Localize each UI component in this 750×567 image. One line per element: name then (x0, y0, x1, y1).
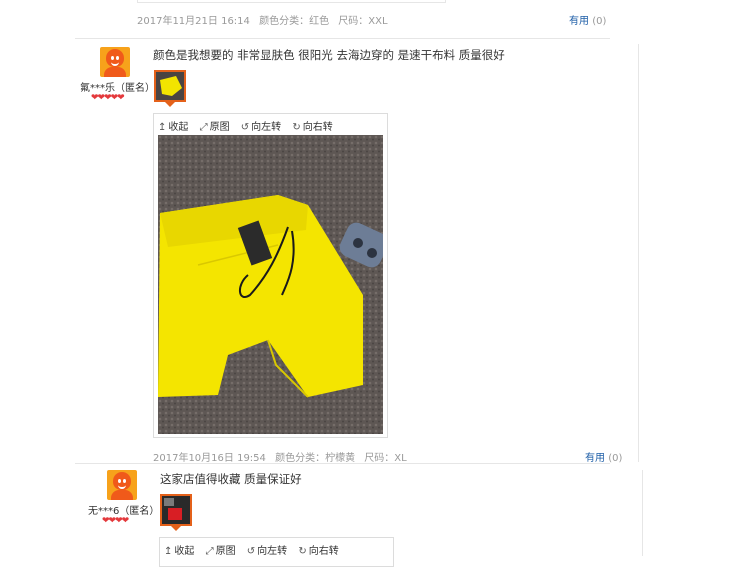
useful-count: (0) (608, 453, 623, 464)
rotate-right-icon: ↻ (292, 122, 301, 133)
collapse-icon: ↥ (164, 546, 173, 557)
image-viewer: ↥ 收起 ⤢ 原图 ↺ 向左转 ↻ 向右转 (153, 113, 388, 438)
fullscreen-icon: ⤢ (205, 546, 214, 557)
image-viewer: ↥ 收起 ⤢ 原图 ↺ 向左转 ↻ 向右转 (159, 537, 394, 567)
rotate-left-button[interactable]: ↺ 向左转 (241, 118, 281, 133)
fullscreen-icon: ⤢ (199, 122, 208, 133)
photo-yellow-shorts (158, 135, 383, 434)
rotate-right-button[interactable]: ↻ 向右转 (298, 542, 338, 557)
useful-count: (0) (592, 16, 607, 27)
avatar (107, 470, 137, 500)
review-thumbnail[interactable] (160, 494, 192, 526)
prev-image-box-bottom (137, 2, 446, 3)
image-toolbar: ↥ 收起 ⤢ 原图 ↺ 向左转 ↻ 向右转 (164, 542, 347, 557)
review-size: 尺码：XXL (338, 16, 388, 27)
review-meta: 2017年11月21日 16:14 颜色分类：红色 尺码：XXL (137, 12, 394, 27)
useful-button[interactable]: 有用 (0) (585, 449, 622, 464)
column-divider (638, 44, 639, 462)
review-comment: 颜色是我想要的 非常显肤色 很阳光 去海边穿的 是速干布料 质量很好 (153, 48, 505, 62)
image-toolbar: ↥ 收起 ⤢ 原图 ↺ 向左转 ↻ 向右转 (158, 118, 341, 133)
review-divider (75, 38, 610, 39)
useful-label[interactable]: 有用 (569, 16, 589, 27)
review-thumbnail[interactable] (154, 70, 186, 102)
useful-button[interactable]: 有用 (0) (569, 12, 606, 27)
rotate-left-button[interactable]: ↺ 向左转 (247, 542, 287, 557)
rotate-right-icon: ↻ (298, 546, 307, 557)
username: 氟***乐（匿名） (80, 83, 155, 94)
rotate-left-icon: ↺ (240, 122, 250, 133)
collapse-icon: ↥ (158, 122, 167, 133)
thumbnail-image (156, 72, 184, 100)
collapse-button[interactable]: ↥ 收起 (158, 118, 188, 133)
avatar (100, 47, 130, 77)
review-photo[interactable] (158, 135, 383, 434)
column-divider (642, 470, 643, 556)
review-divider (75, 463, 610, 464)
rating-hearts: ❤❤❤❤ (102, 516, 129, 526)
review-color: 颜色分类：红色 (259, 16, 330, 27)
thumbnail-image (162, 496, 190, 524)
review-meta: 2017年10月16日 19:54 颜色分类：柠檬黄 尺码：XL (153, 449, 413, 464)
thumbnail-pointer (165, 102, 175, 107)
review-comment: 这家店值得收藏 质量保证好 (160, 472, 302, 486)
rotate-right-button[interactable]: ↻ 向右转 (292, 118, 332, 133)
prev-image-box-right (445, 0, 446, 3)
rotate-left-icon: ↺ (246, 546, 256, 557)
review-date: 2017年11月21日 16:14 (137, 16, 250, 27)
collapse-button[interactable]: ↥ 收起 (164, 542, 194, 557)
rating-hearts: ❤❤❤❤❤ (91, 93, 125, 103)
prev-image-box-left (137, 0, 138, 3)
thumbnail-pointer (171, 526, 181, 531)
original-image-button[interactable]: ⤢ 原图 (200, 118, 230, 133)
username: 无***6（匿名） (88, 506, 160, 517)
original-image-button[interactable]: ⤢ 原图 (206, 542, 236, 557)
